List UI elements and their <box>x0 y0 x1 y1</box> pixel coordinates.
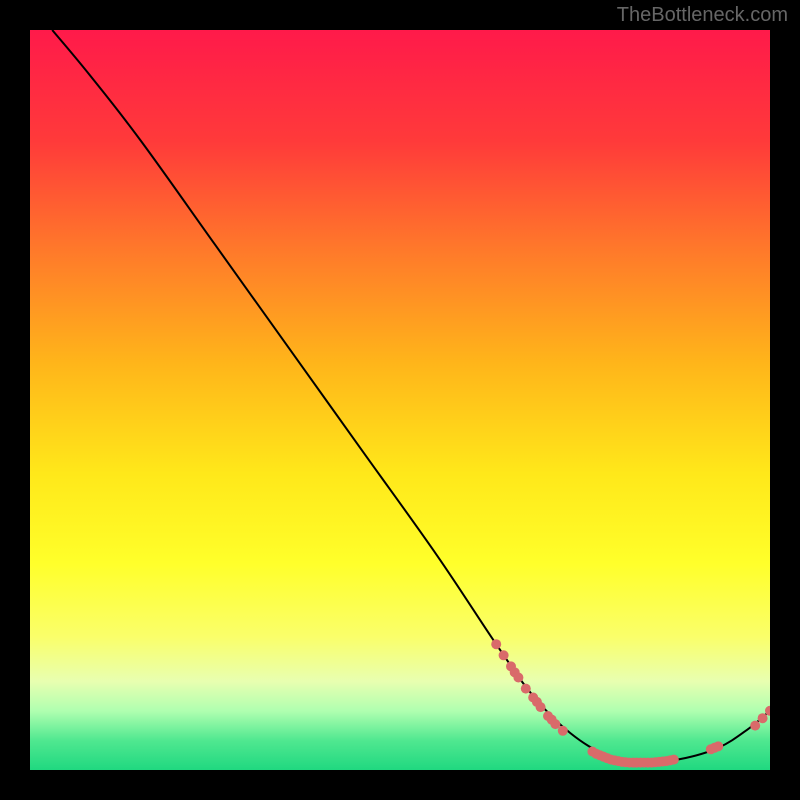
data-points-group <box>491 639 770 767</box>
data-point <box>750 721 760 731</box>
plot-area <box>30 30 770 770</box>
data-point <box>669 755 679 765</box>
data-point <box>558 726 568 736</box>
data-point <box>513 673 523 683</box>
data-point <box>499 650 509 660</box>
data-point <box>491 639 501 649</box>
chart-curve-layer <box>30 30 770 770</box>
data-point <box>536 702 546 712</box>
watermark-text: TheBottleneck.com <box>617 4 788 27</box>
data-point <box>713 741 723 751</box>
bottleneck-curve <box>52 30 770 763</box>
data-point <box>758 713 768 723</box>
data-point <box>550 719 560 729</box>
data-point <box>521 684 531 694</box>
